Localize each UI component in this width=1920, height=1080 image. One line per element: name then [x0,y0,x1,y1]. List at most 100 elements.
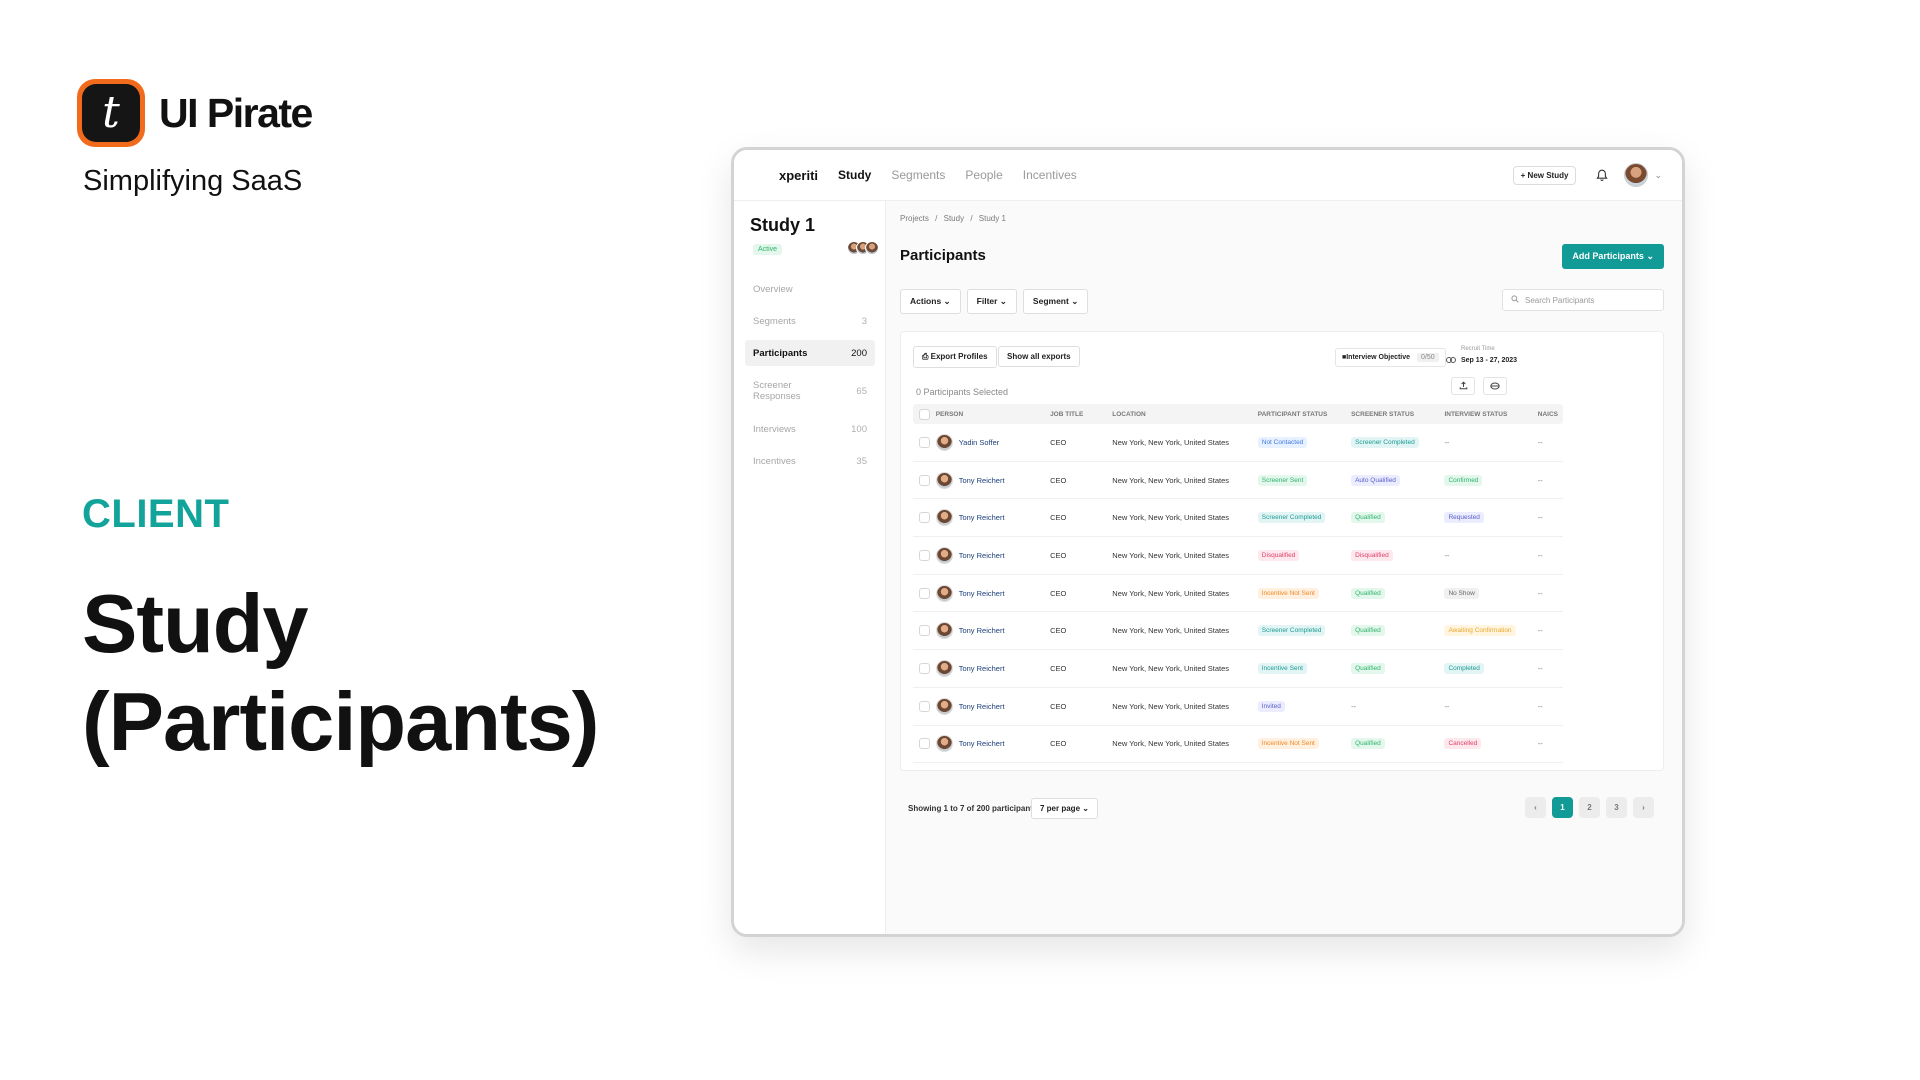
table-row[interactable]: Tony ReichertCEONew York, New York, Unit… [913,726,1563,764]
bell-icon[interactable] [1594,167,1610,183]
nav-incentives[interactable]: Incentives [1023,168,1077,182]
cell-istatus: Cancelled [1444,738,1537,750]
sidebar-item-interviews[interactable]: Interviews 100 [745,416,875,442]
add-participants-button[interactable]: Add Participants ⌄ [1562,244,1664,269]
row-checkbox[interactable] [918,436,930,448]
column-header-person[interactable]: PERSON [936,411,1050,418]
column-header-participant-status[interactable]: PARTICIPANT STATUS [1258,411,1351,418]
page-button-1[interactable]: 1 [1552,797,1573,818]
page-button-2[interactable]: 2 [1579,797,1600,818]
person-name-link[interactable]: Tony Reichert [959,664,1005,673]
nav-segments[interactable]: Segments [891,168,945,182]
chevron-down-icon[interactable]: ⌄ [1654,170,1662,181]
row-checkbox[interactable] [918,587,930,599]
table-row[interactable]: Tony ReichertCEONew York, New York, Unit… [913,763,1563,770]
table-row[interactable]: Tony ReichertCEONew York, New York, Unit… [913,612,1563,651]
sidebar-item-incentives[interactable]: Incentives 35 [745,448,875,474]
table-row[interactable]: Tony ReichertCEONew York, New York, Unit… [913,575,1563,613]
table-row[interactable]: Yadin Soffer CEO New York, New York, Unite… [913,424,1563,462]
cell-sstatus: Qualified [1351,625,1444,637]
cell-person: Tony Reichert [935,659,1050,677]
table-row[interactable]: Tony ReichertCEONew York, New York, Unit… [913,688,1563,726]
search-icon [1511,295,1519,305]
breadcrumb-study[interactable]: Study [944,214,964,223]
select-all-checkbox[interactable] [918,408,930,420]
column-header-screener-status[interactable]: SCREENER STATUS [1351,411,1444,418]
upload-button[interactable] [1451,377,1475,395]
row-checkbox[interactable] [918,512,930,524]
cell-location: New York, New York, United States [1112,739,1230,749]
cell-pstatus: Incentive Not Sent [1257,738,1351,750]
person-name-link[interactable]: Yadin Soffer [959,438,1000,447]
promo-title-line1: Study [82,577,309,670]
person-name-link[interactable]: Tony Reichert [959,739,1005,748]
cell-job-title-cell: CEO [1050,513,1112,522]
top-navbar: xperiti Study Segments People Incentives… [734,150,1682,201]
hide-columns-button[interactable] [1483,377,1507,395]
app-logo[interactable]: xperiti [779,168,818,183]
user-avatar[interactable] [1624,163,1649,187]
cell-location-cell: New York, New York, United States [1112,551,1257,560]
person-name-link[interactable]: Tony Reichert [959,551,1005,560]
cell-job-title-cell: CEO [1050,438,1112,447]
person-name-link[interactable]: Tony Reichert [959,626,1005,635]
breadcrumb-projects[interactable]: Projects [900,214,929,223]
table-row[interactable]: Tony ReichertCEONew York, New York, Unit… [913,537,1563,575]
breadcrumb-study-1[interactable]: Study 1 [979,214,1006,223]
cell-location: New York, New York, United States [1112,475,1230,485]
person-name-link[interactable]: Tony Reichert [959,513,1005,522]
column-header-job-title[interactable]: JOB TITLE [1050,411,1112,418]
link-icon[interactable] [1446,350,1456,368]
cell-person: Tony Reichert [935,509,1050,527]
row-checkbox[interactable] [918,700,930,712]
table-row[interactable]: Tony ReichertCEONew York, New York, Unit… [913,462,1563,500]
cell-location: New York, New York, United States [1112,588,1230,598]
export-profiles-button[interactable]: ⎙ Export Profiles [913,346,997,368]
cell-person: Tony Reichert [935,584,1050,602]
interview-objective-chip[interactable]: ■ Interview Objective 0/50 [1335,348,1446,367]
per-page-select[interactable]: 7 per page ⌄ [1031,798,1098,819]
row-checkbox[interactable] [918,662,930,674]
table-row[interactable]: Tony ReichertCEONew York, New York, Unit… [913,499,1563,538]
cell-job-title: CEO [1050,437,1067,447]
sidebar-item-label: Overview [753,283,793,295]
person-name-link[interactable]: Tony Reichert [959,702,1005,711]
search-input[interactable]: Search Participants [1502,289,1664,311]
avatar [935,622,953,640]
avatar [935,433,953,451]
row-checkbox[interactable] [918,474,930,486]
sidebar-item-participants[interactable]: Participants 200 [745,340,875,366]
person-name-link[interactable]: Tony Reichert [959,476,1005,485]
sidebar-item-overview[interactable]: Overview [745,276,875,302]
sidebar-item-screener-responses[interactable]: Screener Responses 65 [745,372,875,410]
row-checkbox[interactable] [918,738,930,750]
show-all-exports-button[interactable]: Show all exports [998,346,1080,367]
participant-status-badge: Disqualified [1257,549,1300,561]
column-header-naics[interactable]: NAICS [1538,411,1563,418]
new-study-button[interactable]: + New Study [1512,165,1577,185]
nav-study[interactable]: Study [838,168,871,182]
person-name-link[interactable]: Tony Reichert [959,589,1005,598]
cell-pstatus: Invited [1257,700,1351,712]
cell-location: New York, New York, United States [1112,550,1230,560]
column-header-location[interactable]: LOCATION [1112,411,1257,418]
sidebar-item-segments[interactable]: Segments 3 [745,308,875,334]
cell-istatus: -- [1444,438,1537,447]
nav-people[interactable]: People [965,168,1002,182]
next-page-button[interactable]: › [1633,797,1654,818]
segment-dropdown[interactable]: Segment ⌄ [1022,289,1089,314]
screener-status-badge: Screener Completed [1351,436,1419,448]
actions-dropdown[interactable]: Actions ⌄ [900,289,961,314]
cell-istatus: Awaiting Confirmation [1444,625,1537,637]
page-button-3[interactable]: 3 [1606,797,1627,818]
column-header-interview-status[interactable]: INTERVIEW STATUS [1444,411,1537,418]
cell-person: Tony Reichert [935,622,1050,640]
row-checkbox[interactable] [918,625,930,637]
screener-status-badge: Qualified [1351,662,1385,674]
prev-page-button[interactable]: ‹ [1525,797,1546,818]
participant-status-badge: Screener Completed [1257,625,1326,637]
row-checkbox[interactable] [918,549,930,561]
filter-dropdown[interactable]: Filter ⌄ [966,289,1017,314]
table-row[interactable]: Tony ReichertCEONew York, New York, Unit… [913,650,1563,688]
interview-status-badge: Completed [1444,662,1484,674]
